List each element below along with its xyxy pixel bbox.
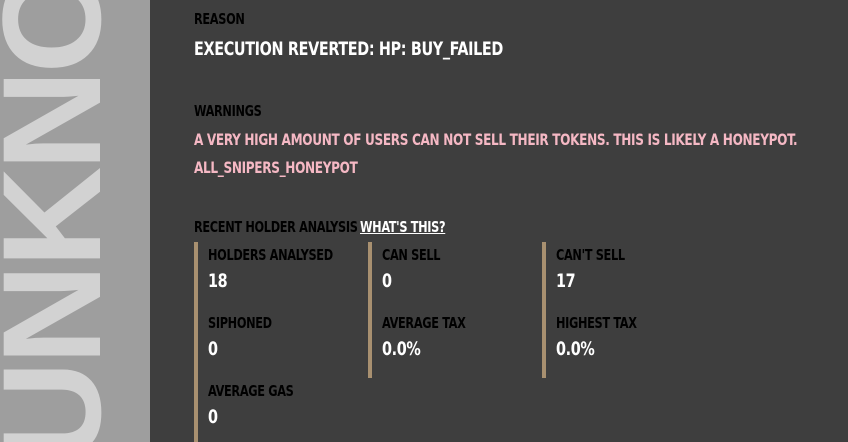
whats-this-link[interactable]: What's this? [360,218,446,236]
status-banner-text: UNKNOWN [0,0,130,442]
stats-column-1: Holders Analysed 18 Siphoned 0 Average G… [194,242,333,442]
stats-column-2: Can Sell 0 Average Tax 0.0% [368,242,466,378]
stat-label: Can Sell [382,246,441,264]
stat-value: 0.0% [382,338,421,360]
status-banner: UNKNOWN [0,0,150,442]
stat-value: 0 [208,406,218,428]
reason-label: Reason [194,10,245,28]
stats-column-3: Can't Sell 17 Highest Tax 0.0% [542,242,637,378]
stat-value: 0 [382,270,392,292]
stat-label: Can't Sell [556,246,625,264]
stat-value: 0.0% [556,338,595,360]
warnings-label: Warnings [194,102,262,120]
holder-analysis-label: Recent Holder Analysis [194,218,358,236]
stat-label: Average Gas [208,382,294,400]
stat-value: 17 [556,270,576,292]
stat-label: Average Tax [382,314,466,332]
stat-label: Holders Analysed [208,246,333,264]
honeypot-result-panel: UNKNOWN Reason Execution reverted: HP: B… [0,0,848,442]
stat-value: 0 [208,338,218,360]
warning-item: A very high amount of users can not sell… [194,130,798,149]
stat-value: 18 [208,270,228,292]
reason-value: Execution reverted: HP: BUY_FAILED [194,38,503,60]
warning-item: ALL_SNIPERS_HONEYPOT [194,158,358,177]
stat-label: Highest Tax [556,314,637,332]
stat-label: Siphoned [208,314,272,332]
